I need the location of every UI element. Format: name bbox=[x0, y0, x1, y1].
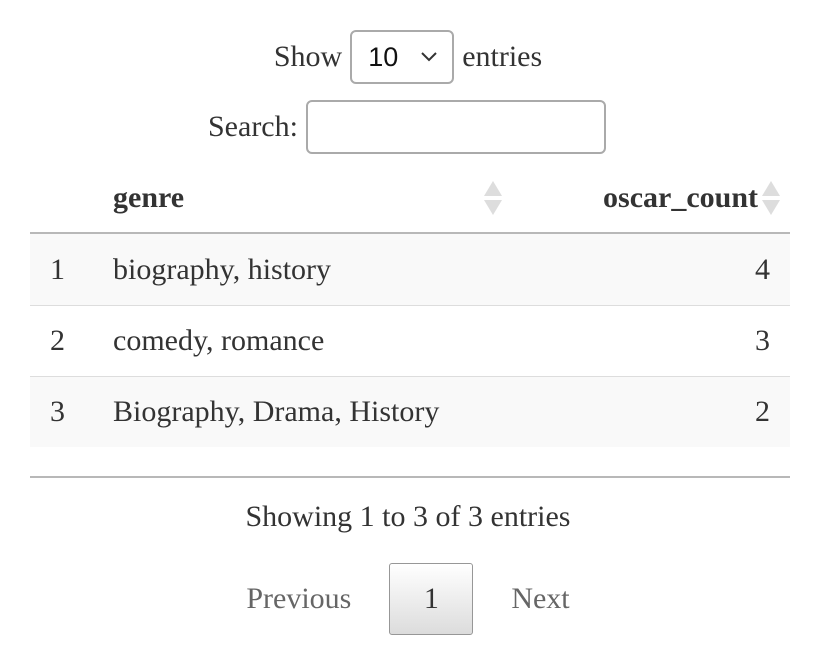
table-body: 1 biography, history 4 2 comedy, romance… bbox=[30, 234, 790, 447]
sort-both-icon bbox=[762, 181, 780, 215]
entries-per-page-select[interactable]: 10 bbox=[350, 30, 455, 84]
table-row: 1 biography, history 4 bbox=[30, 234, 790, 305]
previous-button[interactable]: Previous bbox=[208, 582, 389, 616]
entries-length-control: Show 10 entries bbox=[0, 30, 816, 84]
cell-oscar-count: 4 bbox=[755, 252, 770, 286]
search-input[interactable] bbox=[305, 100, 606, 154]
entries-label: entries bbox=[462, 40, 543, 73]
search-label: Search: bbox=[208, 110, 298, 143]
row-index: 1 bbox=[50, 252, 65, 286]
show-label: Show bbox=[273, 40, 343, 73]
data-table: genre oscar_count 1 biography, history 4 bbox=[30, 164, 790, 447]
row-index: 3 bbox=[50, 395, 65, 428]
table-row: 2 comedy, romance 3 bbox=[30, 305, 790, 376]
pagination: Previous 1 Next bbox=[0, 563, 816, 635]
cell-oscar-count: 3 bbox=[755, 324, 770, 357]
table-info: Showing 1 to 3 of 3 entries bbox=[245, 500, 571, 533]
next-button[interactable]: Next bbox=[473, 582, 607, 616]
table-header: genre oscar_count bbox=[30, 164, 790, 234]
table-row: 3 Biography, Drama, History 2 bbox=[30, 376, 790, 447]
row-index: 2 bbox=[50, 324, 65, 357]
sort-both-icon bbox=[484, 181, 502, 215]
cell-genre: biography, history bbox=[113, 252, 332, 286]
header-genre-label: genre bbox=[113, 181, 185, 214]
entries-per-page-value: 10 bbox=[368, 41, 399, 72]
header-oscar-count-label: oscar_count bbox=[603, 181, 758, 214]
datatable-wrapper: Show 10 entries Search: genre oscar_coun… bbox=[0, 0, 816, 662]
cell-genre: comedy, romance bbox=[113, 324, 325, 357]
header-oscar-count[interactable]: oscar_count bbox=[510, 179, 790, 217]
table-bottom-rule bbox=[30, 476, 790, 478]
cell-genre: Biography, Drama, History bbox=[113, 395, 440, 428]
cell-oscar-count: 2 bbox=[755, 395, 770, 428]
chevron-down-icon bbox=[421, 52, 437, 62]
search-control: Search: bbox=[208, 100, 606, 154]
page-button-current[interactable]: 1 bbox=[389, 563, 474, 635]
header-genre[interactable]: genre bbox=[113, 181, 510, 215]
